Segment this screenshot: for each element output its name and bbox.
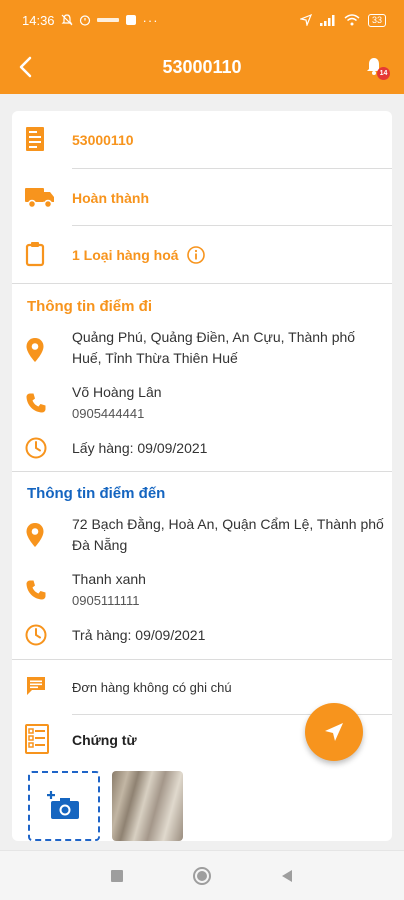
clock-icon	[24, 623, 48, 647]
divider	[72, 225, 392, 226]
origin-contact-name: Võ Hoàng Lân	[72, 384, 162, 400]
location-arrow-icon	[299, 14, 312, 26]
documents-label: Chứng từ	[72, 732, 137, 748]
location-pin-icon	[24, 521, 46, 549]
order-status: Hoàn thành	[72, 190, 149, 206]
comment-icon	[24, 674, 48, 698]
pickup-date: Lấy hàng: 09/09/2021	[72, 439, 208, 456]
notification-badge: 14	[377, 67, 390, 80]
add-photo-icon	[47, 791, 79, 819]
phone-icon[interactable]	[24, 391, 48, 415]
order-code: 53000110	[72, 132, 134, 148]
status-time: 14:36	[22, 12, 55, 28]
muted-bell-icon	[61, 14, 72, 26]
origin-phone[interactable]: 0905444441	[72, 406, 372, 421]
app-header: 14:36 ··· 33 53000110 14	[0, 0, 404, 94]
send-button[interactable]	[305, 703, 363, 761]
divider	[12, 659, 392, 660]
app-bar: 53000110 14	[0, 40, 404, 94]
receipt-icon	[24, 126, 46, 152]
document-photo-thumbnail[interactable]	[112, 771, 183, 841]
home-icon[interactable]	[192, 866, 212, 886]
divider	[72, 168, 392, 169]
destination-section-title: Thông tin điểm đến	[27, 484, 166, 502]
alarm-icon	[79, 15, 90, 26]
page-title: 53000110	[162, 56, 242, 77]
order-note: Đơn hàng không có ghi chú	[72, 679, 232, 695]
more-notifications-icon: ···	[142, 12, 159, 28]
destination-contact-name: Thanh xanh	[72, 571, 146, 587]
goods-row[interactable]: 1 Loại hàng hoá	[72, 244, 372, 266]
carrier-logo-icon	[96, 18, 119, 22]
divider	[12, 471, 392, 472]
origin-section-title: Thông tin điểm đi	[27, 297, 152, 315]
divider	[12, 283, 392, 284]
info-icon[interactable]	[186, 246, 205, 264]
destination-address: 72 Bạch Đằng, Hoà An, Quận Cẩm Lệ, Thành…	[72, 516, 384, 553]
clipboard-icon	[24, 241, 46, 267]
goods-summary: 1 Loại hàng hoá	[72, 247, 179, 263]
location-pin-icon	[24, 336, 46, 364]
back-button[interactable]	[10, 52, 40, 82]
chevron-left-icon	[19, 56, 32, 78]
app-notification-icon	[125, 15, 136, 25]
destination-phone[interactable]: 0905111111	[72, 593, 372, 608]
recent-apps-icon[interactable]	[110, 869, 124, 883]
signal-icon	[319, 14, 335, 26]
wifi-icon	[344, 14, 360, 26]
document-list-icon	[24, 723, 50, 755]
send-icon	[325, 723, 343, 741]
back-triangle-icon[interactable]	[280, 869, 294, 883]
notification-button[interactable]: 14	[364, 56, 390, 80]
phone-icon[interactable]	[24, 578, 48, 602]
truck-icon	[24, 184, 56, 210]
delivery-date: Trả hàng: 09/09/2021	[72, 626, 206, 643]
battery-indicator: 33	[367, 13, 386, 27]
origin-address: Quảng Phú, Quảng Điền, An Cựu, Thành phố…	[72, 329, 356, 366]
status-bar: 14:36 ··· 33	[0, 0, 404, 40]
add-photo-button[interactable]	[28, 771, 100, 841]
clock-icon	[24, 436, 48, 460]
system-navigation-bar	[0, 850, 404, 900]
